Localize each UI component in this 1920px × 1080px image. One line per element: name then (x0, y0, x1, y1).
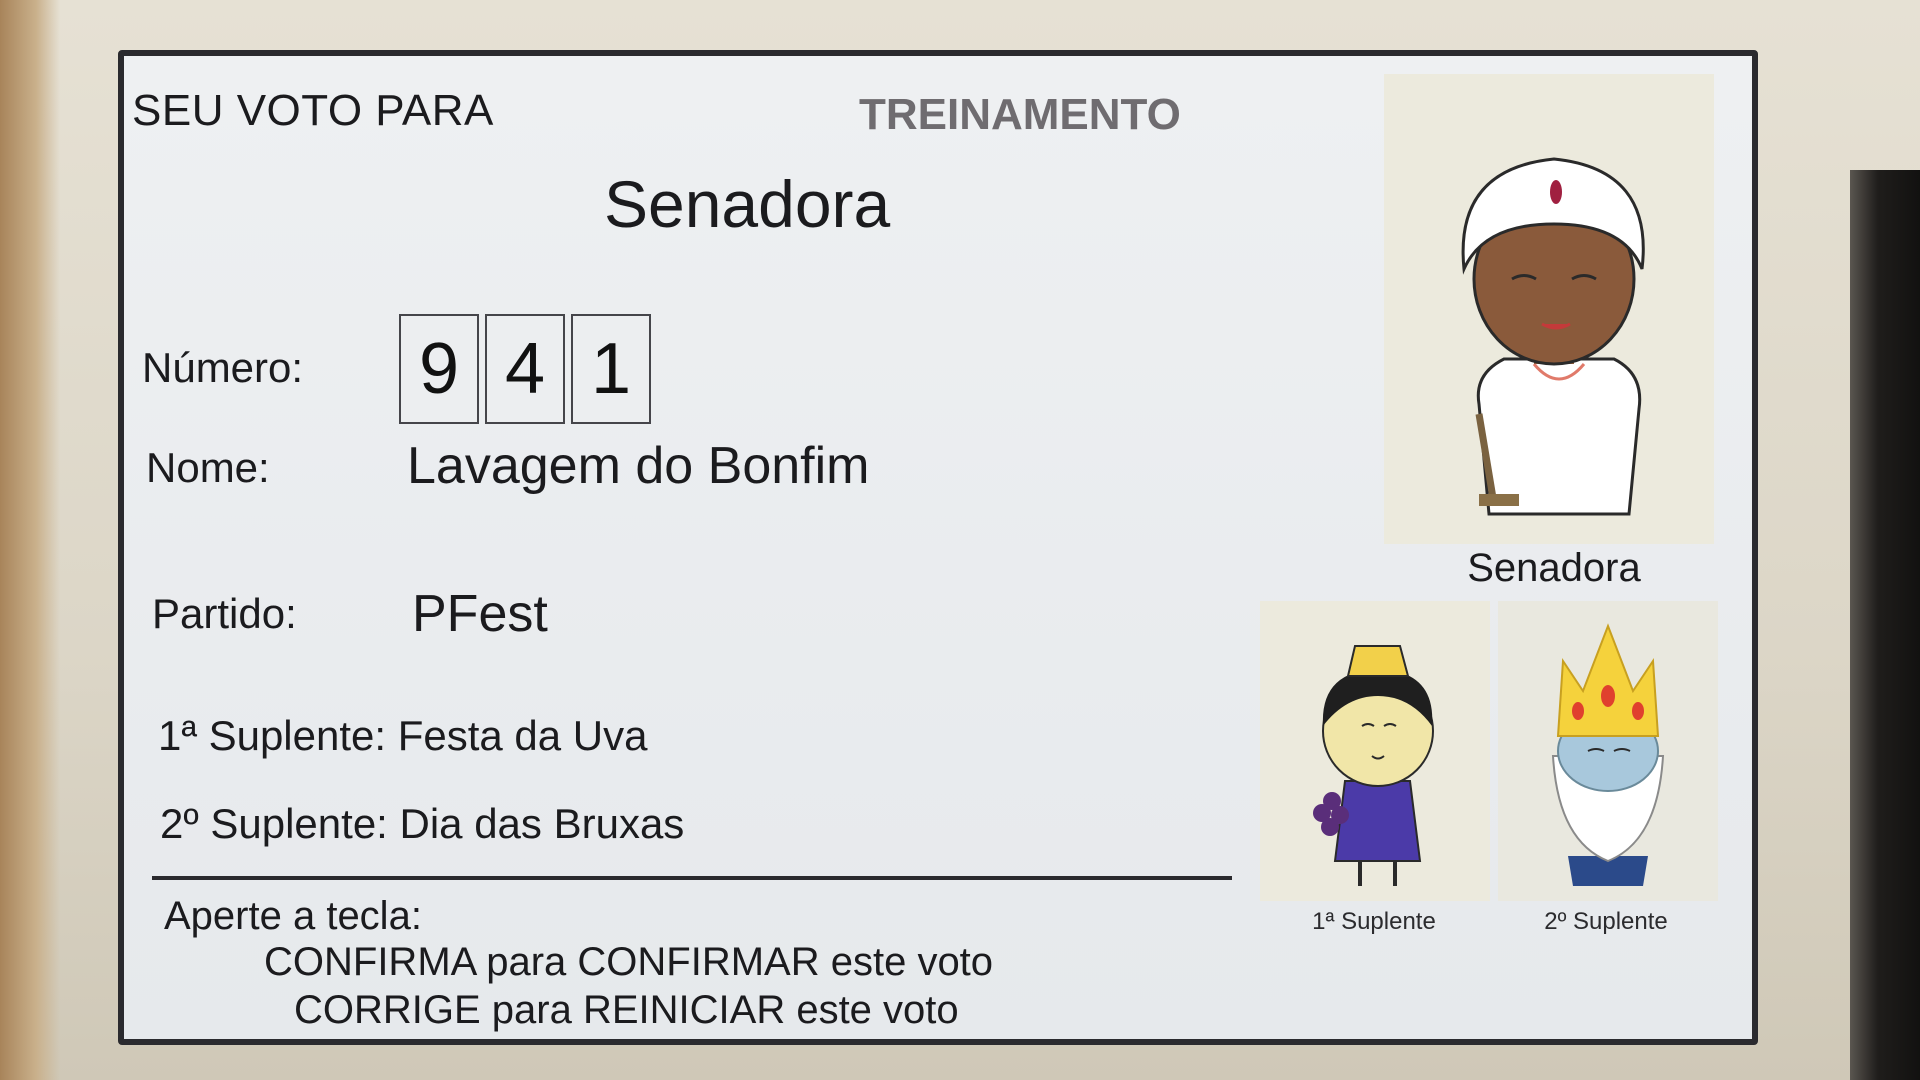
digit-box-3: 1 (571, 314, 651, 424)
numero-label: Número: (142, 344, 304, 391)
digit-box-1: 9 (399, 314, 479, 424)
digit-box-2: 4 (485, 314, 565, 424)
instructions-divider (152, 876, 1232, 880)
device-side-panel (1850, 170, 1920, 1080)
first-substitute: 1ª Suplente: Festa da Uva (158, 712, 648, 759)
correct-instruction: CORRIGE para REINICIAR este voto (294, 988, 959, 1032)
candidate-photo-caption: Senadora (1467, 546, 1641, 590)
second-substitute-caption: 2º Suplente (1544, 908, 1668, 935)
vote-header-title: SEU VOTO PARA (132, 86, 494, 135)
partido-label: Partido: (152, 590, 297, 637)
dia-das-bruxas-illustration (1551, 623, 1665, 886)
instructions-heading: Aperte a tecla: (164, 894, 422, 938)
confirm-instruction: CONFIRMA para CONFIRMAR este voto (264, 940, 994, 984)
party-name: PFest (412, 585, 548, 643)
voting-screen: SEU VOTO PARA TREINAMENTO Senadora Númer… (118, 50, 1758, 1045)
second-substitute-photo (1498, 601, 1718, 901)
candidate-photo (1384, 74, 1714, 544)
first-substitute-caption: 1ª Suplente (1312, 908, 1436, 935)
nome-label: Nome: (146, 444, 270, 491)
office-title: Senadora (604, 167, 891, 241)
training-mode-label: TREINAMENTO (859, 90, 1181, 139)
second-substitute: 2º Suplente: Dia das Bruxas (160, 800, 685, 847)
table-edge (0, 0, 60, 1080)
candidate-number: 9 4 1 (399, 314, 651, 424)
first-substitute-photo (1260, 601, 1490, 901)
senadora-illustration (1461, 157, 1645, 516)
candidate-name: Lavagem do Bonfim (407, 437, 870, 495)
festa-da-uva-illustration (1313, 645, 1434, 886)
